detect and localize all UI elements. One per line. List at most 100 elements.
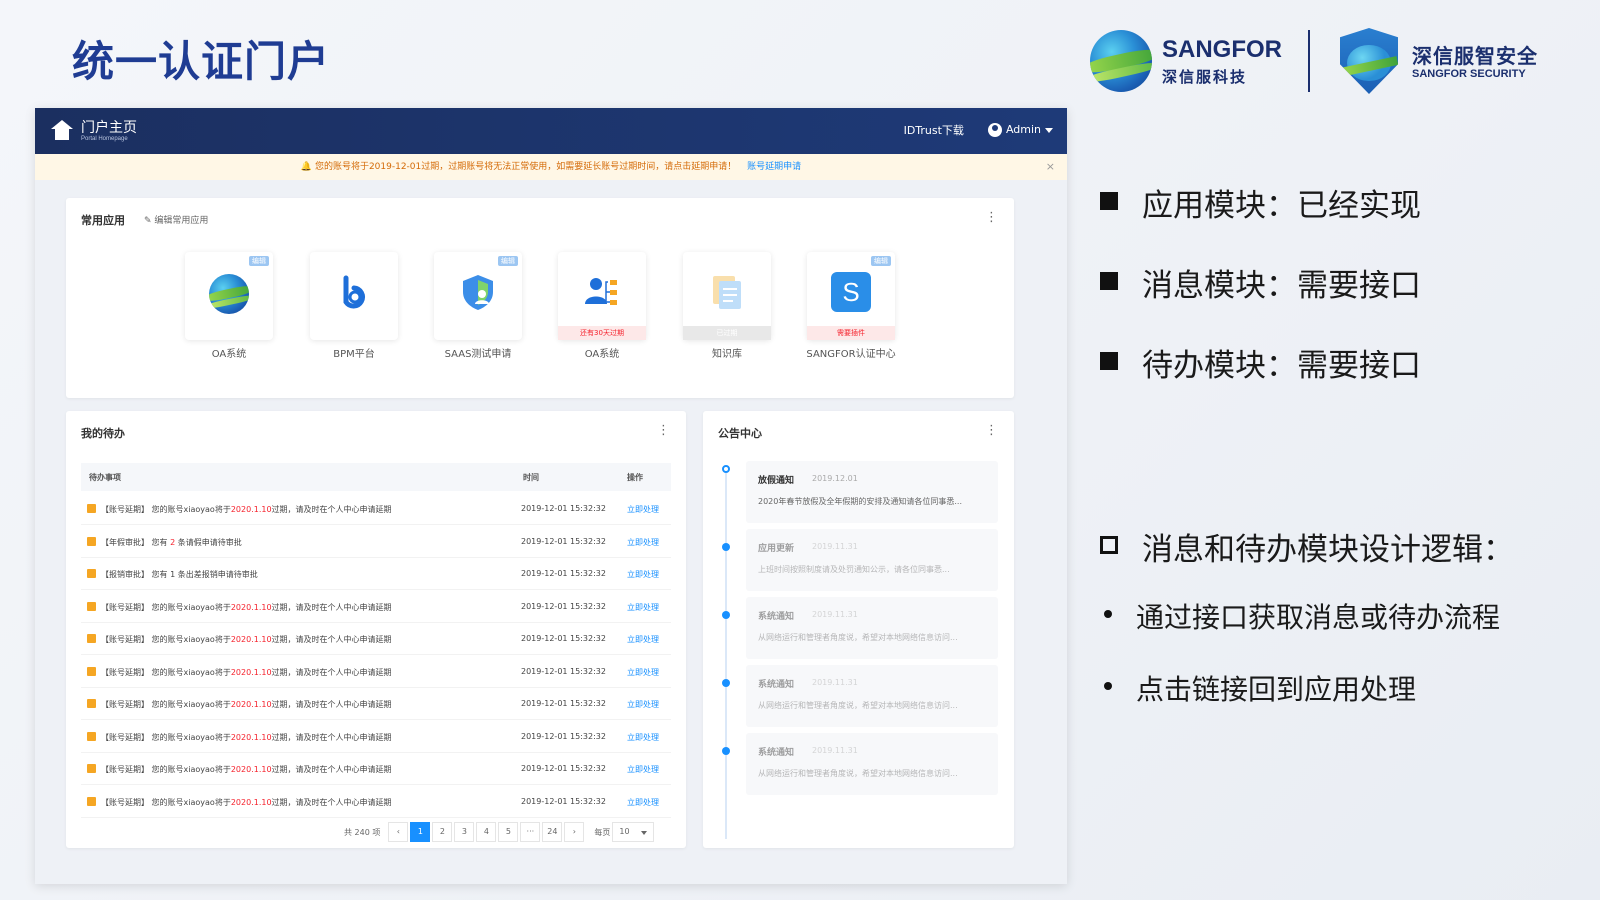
- todo-time: 2019-12-01 15:32:32: [521, 764, 606, 773]
- todo-message: 【账号延期】 您的账号xiaoyao将于2020.1.10过期，请及时在个人中心…: [101, 732, 392, 743]
- announcement-item-date: 2019.11.31: [812, 746, 858, 755]
- todo-message-prefix: 【年假审批】 您有: [101, 537, 171, 547]
- pager-page[interactable]: 2: [432, 822, 453, 842]
- todo-message: 【账号延期】 您的账号xiaoyao将于2020.1.10过期，请及时在个人中心…: [101, 667, 392, 678]
- announcement-item[interactable]: 应用更新 2019.11.31 上班时间按照制度请及处罚通知公示，请各位同事悉...: [746, 529, 998, 591]
- bell-icon: 🔔: [300, 162, 313, 172]
- process-now-link[interactable]: 立即处理: [627, 667, 659, 678]
- hollow-square-bullet-icon: [1100, 536, 1118, 554]
- process-now-link[interactable]: 立即处理: [627, 764, 659, 775]
- announcement-more-menu-icon[interactable]: ⋮: [985, 423, 998, 438]
- square-bullet-icon: [1100, 192, 1118, 210]
- pager-page[interactable]: 5: [498, 822, 519, 842]
- todo-message-highlight: 2020.1.10: [230, 797, 272, 807]
- idtrust-download-link[interactable]: IDTrust下载: [904, 122, 964, 138]
- announcement-item[interactable]: 放假通知 2019.12.01 2020年春节放假及全年假期的安排及通知请各位同事悉…: [746, 461, 998, 523]
- todo-message: 【账号延期】 您的账号xiaoyao将于2020.1.10过期，请及时在个人中心…: [101, 699, 392, 710]
- app-tile-bpm[interactable]: [310, 252, 398, 340]
- pager-size-select[interactable]: 10: [612, 822, 655, 842]
- app-label: OA系统: [211, 349, 247, 360]
- app-status-expired: 已过期: [683, 326, 771, 340]
- security-shield-logo-icon: [1340, 28, 1398, 94]
- todo-table-header: 待办事项 时间 操作: [81, 463, 671, 491]
- pager-page[interactable]: 1: [410, 822, 431, 842]
- table-row: 【账号延期】 您的账号xiaoyao将于2020.1.10过期，请及时在个人中心…: [81, 721, 671, 753]
- sangfor-logo-en: SANGFOR: [1162, 36, 1282, 63]
- announcement-item[interactable]: 系统通知 2019.11.31 从网络运行和管理者角度说，希望对本地网络信息访问..…: [746, 665, 998, 727]
- logo-divider: [1308, 30, 1310, 92]
- user-menu[interactable]: Admin: [987, 123, 1053, 137]
- apps-more-menu-icon[interactable]: ⋮: [985, 210, 998, 225]
- portal-title[interactable]: 门户主页: [81, 117, 137, 137]
- app-tile-oa[interactable]: 编辑: [185, 252, 273, 340]
- todo-message: 【报销审批】 您有 1 条出差报销申请待审批: [101, 569, 258, 580]
- todo-more-menu-icon[interactable]: ⋮: [657, 423, 670, 438]
- topbar-actions: IDTrust下载 Admin: [904, 122, 1053, 138]
- todo-time: 2019-12-01 15:32:32: [521, 601, 606, 611]
- app-tile-saas[interactable]: 编辑: [434, 252, 522, 340]
- announcement-item[interactable]: 系统通知 2019.11.31 从网络运行和管理者角度说，希望对本地网络信息访问..…: [746, 597, 998, 659]
- todo-message: 【账号延期】 您的账号xiaoyao将于2020.1.10过期，请及时在个人中心…: [101, 764, 392, 775]
- pager-page[interactable]: 24: [542, 822, 563, 842]
- app-tile-knowledge[interactable]: 已过期: [683, 252, 771, 340]
- pager-page[interactable]: 4: [476, 822, 497, 842]
- todo-message-suffix: 过期，请及时在个人中心申请延期: [271, 667, 392, 677]
- todo-message-suffix: 过期，请及时在个人中心申请延期: [271, 700, 392, 709]
- todo-title: 我的待办: [81, 427, 125, 440]
- edit-apps-link[interactable]: ✎ 编辑常用应用: [144, 213, 208, 226]
- s-letter-icon: S: [831, 272, 871, 312]
- home-icon[interactable]: [51, 120, 73, 140]
- extension-request-link[interactable]: 账号延期申请: [747, 162, 801, 172]
- app-edit-badge[interactable]: 编辑: [871, 256, 891, 266]
- slide-title: 统一认证门户: [72, 37, 331, 86]
- security-logo-cn: 深信服智安全: [1412, 44, 1538, 68]
- process-now-link[interactable]: 立即处理: [627, 699, 659, 710]
- table-row: 【账号延期】 您的账号xiaoyao将于2020.1.10过期，请及时在个人中心…: [81, 786, 671, 818]
- todo-time: 2019-12-01 15:32:32: [521, 569, 606, 578]
- process-now-link[interactable]: 立即处理: [627, 634, 659, 645]
- announcement-item[interactable]: 系统通知 2019.11.31 从网络运行和管理者角度说，希望对本地网络信息访问..…: [746, 733, 998, 795]
- todo-message-prefix: 【账号延期】 您的账号xiaoyao将于: [101, 732, 231, 742]
- process-now-link[interactable]: 立即处理: [627, 569, 659, 580]
- process-now-link[interactable]: 立即处理: [627, 537, 659, 548]
- process-now-link[interactable]: 立即处理: [627, 732, 659, 743]
- todo-time: 2019-12-01 15:32:32: [521, 731, 606, 741]
- table-row: 【账号延期】 您的账号xiaoyao将于2020.1.10过期，请及时在个人中心…: [81, 656, 671, 688]
- timeline-dot: [722, 543, 730, 551]
- message-icon: [87, 699, 96, 708]
- app-edit-badge[interactable]: 编辑: [498, 256, 518, 266]
- close-icon[interactable]: ×: [1046, 154, 1055, 180]
- pager-prev[interactable]: ‹: [388, 822, 409, 842]
- todo-message-suffix: 条请假申请待审批: [175, 537, 242, 547]
- todo-message-suffix: 过期，请及时在个人中心申请延期: [271, 732, 392, 742]
- edit-apps-label: 编辑常用应用: [154, 216, 209, 226]
- pager-page[interactable]: 3: [454, 822, 475, 842]
- app-tile-oa-expiring[interactable]: 还有30天过期: [558, 252, 646, 340]
- sangfor-logo-cn: 深信服科技: [1162, 68, 1248, 86]
- app-edit-badge[interactable]: 编辑: [249, 256, 269, 266]
- process-now-link[interactable]: 立即处理: [627, 797, 659, 808]
- pager-ellipsis[interactable]: ···: [520, 822, 541, 842]
- pager-per-label: 每页: [594, 827, 611, 837]
- todo-time: 2019-12-01 15:32:32: [521, 796, 606, 806]
- message-icon: [87, 504, 96, 513]
- announcement-title: 公告中心: [718, 427, 762, 440]
- app-tile-sangfor-auth[interactable]: 编辑 S 需要插件: [807, 252, 895, 340]
- todo-message: 【账号延期】 您的账号xiaoyao将于2020.1.10过期，请及时在个人中心…: [101, 634, 392, 645]
- table-row: 【账号延期】 您的账号xiaoyao将于2020.1.10过期，请及时在个人中心…: [81, 493, 671, 525]
- square-bullet-icon: [1100, 272, 1118, 290]
- expiry-notice-bar: 🔔 您的账号将于2019-12-01过期，过期账号将无法正常使用，如需要延长账号…: [35, 154, 1067, 180]
- chevron-down-icon: [1045, 127, 1053, 133]
- timeline-dot: [722, 679, 730, 687]
- todo-time: 2019-12-01 15:32:32: [521, 504, 606, 513]
- timeline-dot: [722, 747, 730, 755]
- todo-message: 【账号延期】 您的账号xiaoyao将于2020.1.10过期，请及时在个人中心…: [101, 797, 392, 808]
- pager-next[interactable]: ›: [564, 822, 585, 842]
- todo-time: 2019-12-01 15:32:32: [521, 666, 606, 676]
- process-now-link[interactable]: 立即处理: [627, 602, 659, 613]
- todo-message: 【账号延期】 您的账号xiaoyao将于2020.1.10过期，请及时在个人中心…: [101, 602, 392, 613]
- process-now-link[interactable]: 立即处理: [627, 504, 659, 515]
- todo-message-suffix: 过期，请及时在个人中心申请延期: [271, 505, 392, 514]
- todo-message-prefix: 【账号延期】 您的账号xiaoyao将于: [101, 700, 231, 709]
- user-network-icon: [585, 278, 617, 305]
